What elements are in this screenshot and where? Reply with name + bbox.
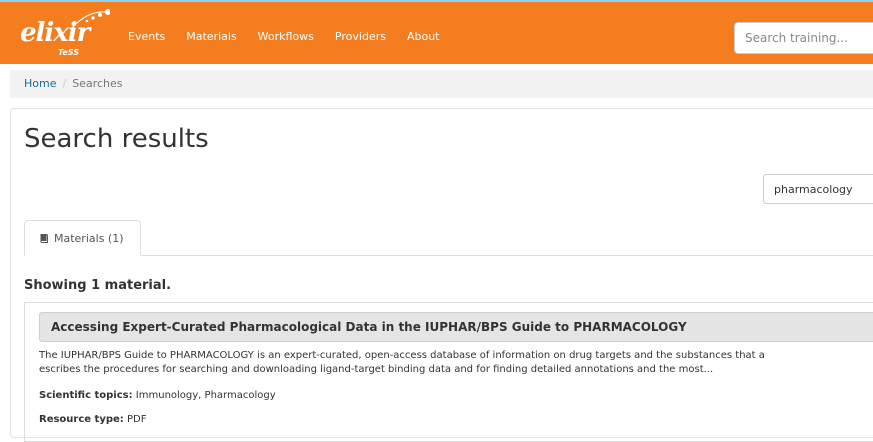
- search-query-field[interactable]: [763, 174, 873, 204]
- result-resource-type: Resource type: PDF: [39, 414, 146, 425]
- resource-type-label: Resource type:: [39, 414, 124, 425]
- resource-type-value: PDF: [126, 414, 147, 425]
- main-nav: Events Materials Workflows Providers Abo…: [128, 30, 460, 43]
- results-count: Showing 1 material.: [24, 278, 172, 293]
- result-title-link[interactable]: Accessing Expert-Curated Pharmacological…: [39, 312, 873, 342]
- nav-providers[interactable]: Providers: [335, 30, 386, 43]
- logo-text: elixir: [20, 18, 90, 48]
- breadcrumb-home-link[interactable]: Home: [24, 77, 56, 90]
- top-navbar: elixir TeSS Events Materials Workflows P…: [0, 0, 873, 64]
- tab-materials-label: Materials (1): [54, 231, 124, 245]
- tabs-divider: [24, 255, 873, 256]
- result-description-line-1: The IUPHAR/BPS Guide to PHARMACOLOGY is …: [39, 350, 765, 361]
- logo-subtext: TeSS: [58, 48, 80, 57]
- breadcrumb-current: Searches: [72, 77, 123, 90]
- nav-events[interactable]: Events: [128, 30, 165, 43]
- topics-label: Scientific topics:: [39, 390, 133, 401]
- nav-about[interactable]: About: [407, 30, 440, 43]
- result-description: The IUPHAR/BPS Guide to PHARMACOLOGY is …: [39, 349, 873, 377]
- topics-value: Immunology, Pharmacology: [135, 390, 276, 401]
- nav-materials[interactable]: Materials: [186, 30, 236, 43]
- book-icon: [40, 233, 48, 243]
- result-topics: Scientific topics: Immunology, Pharmacol…: [39, 390, 276, 401]
- elixir-tess-logo[interactable]: elixir TeSS: [20, 6, 110, 62]
- page-title: Search results: [24, 124, 209, 154]
- tab-materials[interactable]: Materials (1): [24, 220, 141, 256]
- nav-workflows[interactable]: Workflows: [258, 30, 314, 43]
- result-description-line-2: escribes the procedures for searching an…: [39, 364, 714, 375]
- breadcrumb-separator: /: [62, 77, 67, 90]
- search-training-input[interactable]: [734, 22, 873, 54]
- breadcrumb: Home / Searches: [10, 70, 873, 98]
